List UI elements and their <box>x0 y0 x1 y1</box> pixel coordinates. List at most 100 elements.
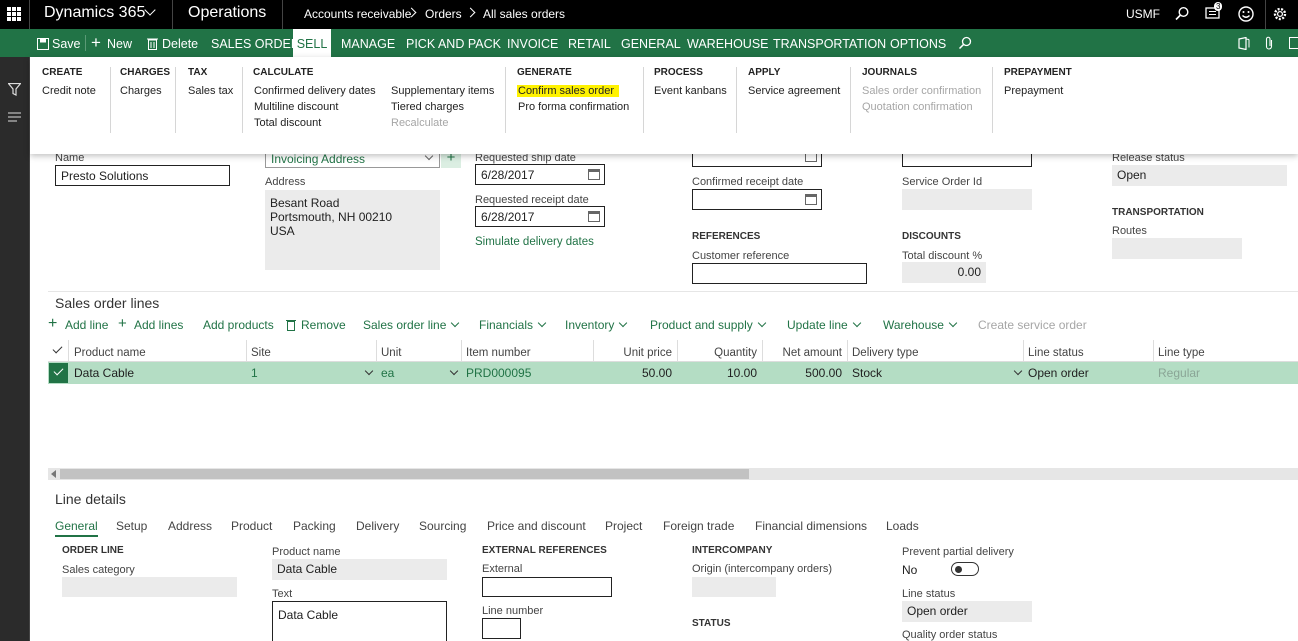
column-item-number[interactable]: Item number <box>466 347 531 359</box>
add-line-button[interactable]: Add line <box>65 318 108 332</box>
confirmed-receipt-date-field[interactable] <box>692 189 822 210</box>
tab-foreign-trade[interactable]: Foreign trade <box>663 519 734 533</box>
cell-line-status[interactable]: Open order <box>1028 366 1089 380</box>
service-agreement-button[interactable]: Service agreement <box>748 85 840 97</box>
cell-unit[interactable]: ea <box>381 366 394 380</box>
tab-sales-order[interactable]: SALES ORDER <box>211 37 300 51</box>
tab-financial-dimensions[interactable]: Financial dimensions <box>755 519 867 533</box>
chevron-down-icon[interactable] <box>364 366 374 376</box>
tab-general[interactable]: General <box>55 519 98 537</box>
prepayment-button[interactable]: Prepayment <box>1004 85 1063 97</box>
supplementary-items-button[interactable]: Supplementary items <box>391 85 494 97</box>
breadcrumb-item[interactable]: Accounts receivable <box>304 7 411 21</box>
confirmed-delivery-dates-button[interactable]: Confirmed delivery dates <box>254 85 376 97</box>
tab-loads[interactable]: Loads <box>886 519 919 533</box>
attachment-icon[interactable] <box>1265 36 1273 50</box>
column-unit-price[interactable]: Unit price <box>623 347 672 359</box>
tab-transportation[interactable]: TRANSPORTATION <box>773 37 886 51</box>
breadcrumb-item[interactable]: Orders <box>425 7 462 21</box>
requested-receipt-date-field[interactable]: 6/28/2017 <box>475 206 605 227</box>
event-kanbans-button[interactable]: Event kanbans <box>654 85 727 97</box>
tab-price-and-discount[interactable]: Price and discount <box>487 519 586 533</box>
chevron-down-icon[interactable] <box>449 366 459 376</box>
delete-button[interactable]: Delete <box>162 37 198 51</box>
column-line-status[interactable]: Line status <box>1028 347 1084 359</box>
tab-manage[interactable]: MANAGE <box>341 37 395 51</box>
cell-item-number[interactable]: PRD000095 <box>466 366 531 380</box>
tiered-charges-button[interactable]: Tiered charges <box>391 101 464 113</box>
chevron-down-icon[interactable] <box>1013 366 1023 376</box>
tab-sell[interactable]: SELL <box>293 29 331 57</box>
product-and-supply-menu[interactable]: Product and supply <box>650 318 766 332</box>
tab-address[interactable]: Address <box>168 519 212 533</box>
remove-button[interactable]: Remove <box>301 318 346 332</box>
column-unit[interactable]: Unit <box>381 347 401 359</box>
total-discount-button[interactable]: Total discount <box>254 117 321 129</box>
warehouse-menu[interactable]: Warehouse <box>883 318 958 332</box>
sales-tax-button[interactable]: Sales tax <box>188 85 233 97</box>
sales-order-line-menu[interactable]: Sales order line <box>363 318 460 332</box>
tab-pick-and-pack[interactable]: PICK AND PACK <box>406 37 501 51</box>
credit-note-button[interactable]: Credit note <box>42 85 96 97</box>
table-row[interactable]: Data Cable 1 ea PRD000095 50.00 10.00 50… <box>48 362 1298 384</box>
simulate-delivery-dates-link[interactable]: Simulate delivery dates <box>475 236 594 248</box>
column-quantity[interactable]: Quantity <box>714 347 757 359</box>
office-icon[interactable] <box>1238 37 1250 50</box>
customer-name-field[interactable]: Presto Solutions <box>55 165 230 186</box>
add-products-button[interactable]: Add products <box>203 318 274 332</box>
tab-project[interactable]: Project <box>605 519 642 533</box>
tab-invoice[interactable]: INVOICE <box>507 37 558 51</box>
tab-packing[interactable]: Packing <box>293 519 336 533</box>
calendar-icon[interactable] <box>588 169 600 180</box>
column-delivery-type[interactable]: Delivery type <box>852 347 918 359</box>
column-site[interactable]: Site <box>251 347 271 359</box>
prevent-partial-delivery-toggle[interactable] <box>951 562 979 576</box>
company-picker[interactable]: USMF <box>1126 7 1160 21</box>
customer-reference-field[interactable] <box>692 263 867 284</box>
chevron-down-icon[interactable] <box>144 4 156 16</box>
scrollbar-thumb[interactable] <box>60 469 749 479</box>
add-lines-button[interactable]: Add lines <box>134 318 183 332</box>
cell-net-amount[interactable]: 500.00 <box>805 366 842 380</box>
tab-retail[interactable]: RETAIL <box>568 37 611 51</box>
smiley-icon[interactable] <box>1237 5 1255 23</box>
tab-sourcing[interactable]: Sourcing <box>419 519 466 533</box>
text-field[interactable]: Data Cable <box>272 601 447 641</box>
column-net-amount[interactable]: Net amount <box>783 347 842 359</box>
app-name[interactable]: Dynamics 365 <box>44 4 145 22</box>
update-line-menu[interactable]: Update line <box>787 318 861 332</box>
tab-delivery[interactable]: Delivery <box>356 519 399 533</box>
external-field[interactable] <box>482 577 612 597</box>
scroll-left-icon[interactable] <box>51 470 56 478</box>
calendar-icon[interactable] <box>805 194 817 205</box>
tab-general[interactable]: GENERAL <box>621 37 681 51</box>
multiline-discount-button[interactable]: Multiline discount <box>254 101 338 113</box>
requested-ship-date-field[interactable]: 6/28/2017 <box>475 164 605 185</box>
breadcrumb-item[interactable]: All sales orders <box>483 7 565 21</box>
cell-product-name[interactable]: Data Cable <box>74 366 134 380</box>
line-number-field[interactable] <box>482 618 521 639</box>
list-icon[interactable] <box>8 112 21 122</box>
horizontal-scrollbar[interactable] <box>48 468 1298 480</box>
gear-icon[interactable] <box>1272 6 1288 22</box>
app-launcher-icon[interactable] <box>7 7 21 21</box>
save-button[interactable]: Save <box>52 37 81 51</box>
pro-forma-confirmation-button[interactable]: Pro forma confirmation <box>518 101 629 113</box>
tab-product[interactable]: Product <box>231 519 272 533</box>
charges-button[interactable]: Charges <box>120 85 162 97</box>
refresh-icon[interactable] <box>1289 37 1298 49</box>
select-all-checkbox[interactable] <box>52 343 63 354</box>
new-button[interactable]: New <box>107 37 132 51</box>
confirm-sales-order-button[interactable]: Confirm sales order <box>517 85 619 97</box>
cell-site[interactable]: 1 <box>251 366 258 380</box>
cell-unit-price[interactable]: 50.00 <box>642 366 672 380</box>
search-icon[interactable] <box>1174 6 1190 22</box>
search-icon[interactable] <box>958 36 972 50</box>
filter-icon[interactable] <box>8 83 21 96</box>
inventory-menu[interactable]: Inventory <box>565 318 628 332</box>
financials-menu[interactable]: Financials <box>479 318 547 332</box>
tab-setup[interactable]: Setup <box>116 519 147 533</box>
cell-quantity[interactable]: 10.00 <box>727 366 757 380</box>
tab-options[interactable]: OPTIONS <box>890 37 946 51</box>
column-product-name[interactable]: Product name <box>74 347 146 359</box>
